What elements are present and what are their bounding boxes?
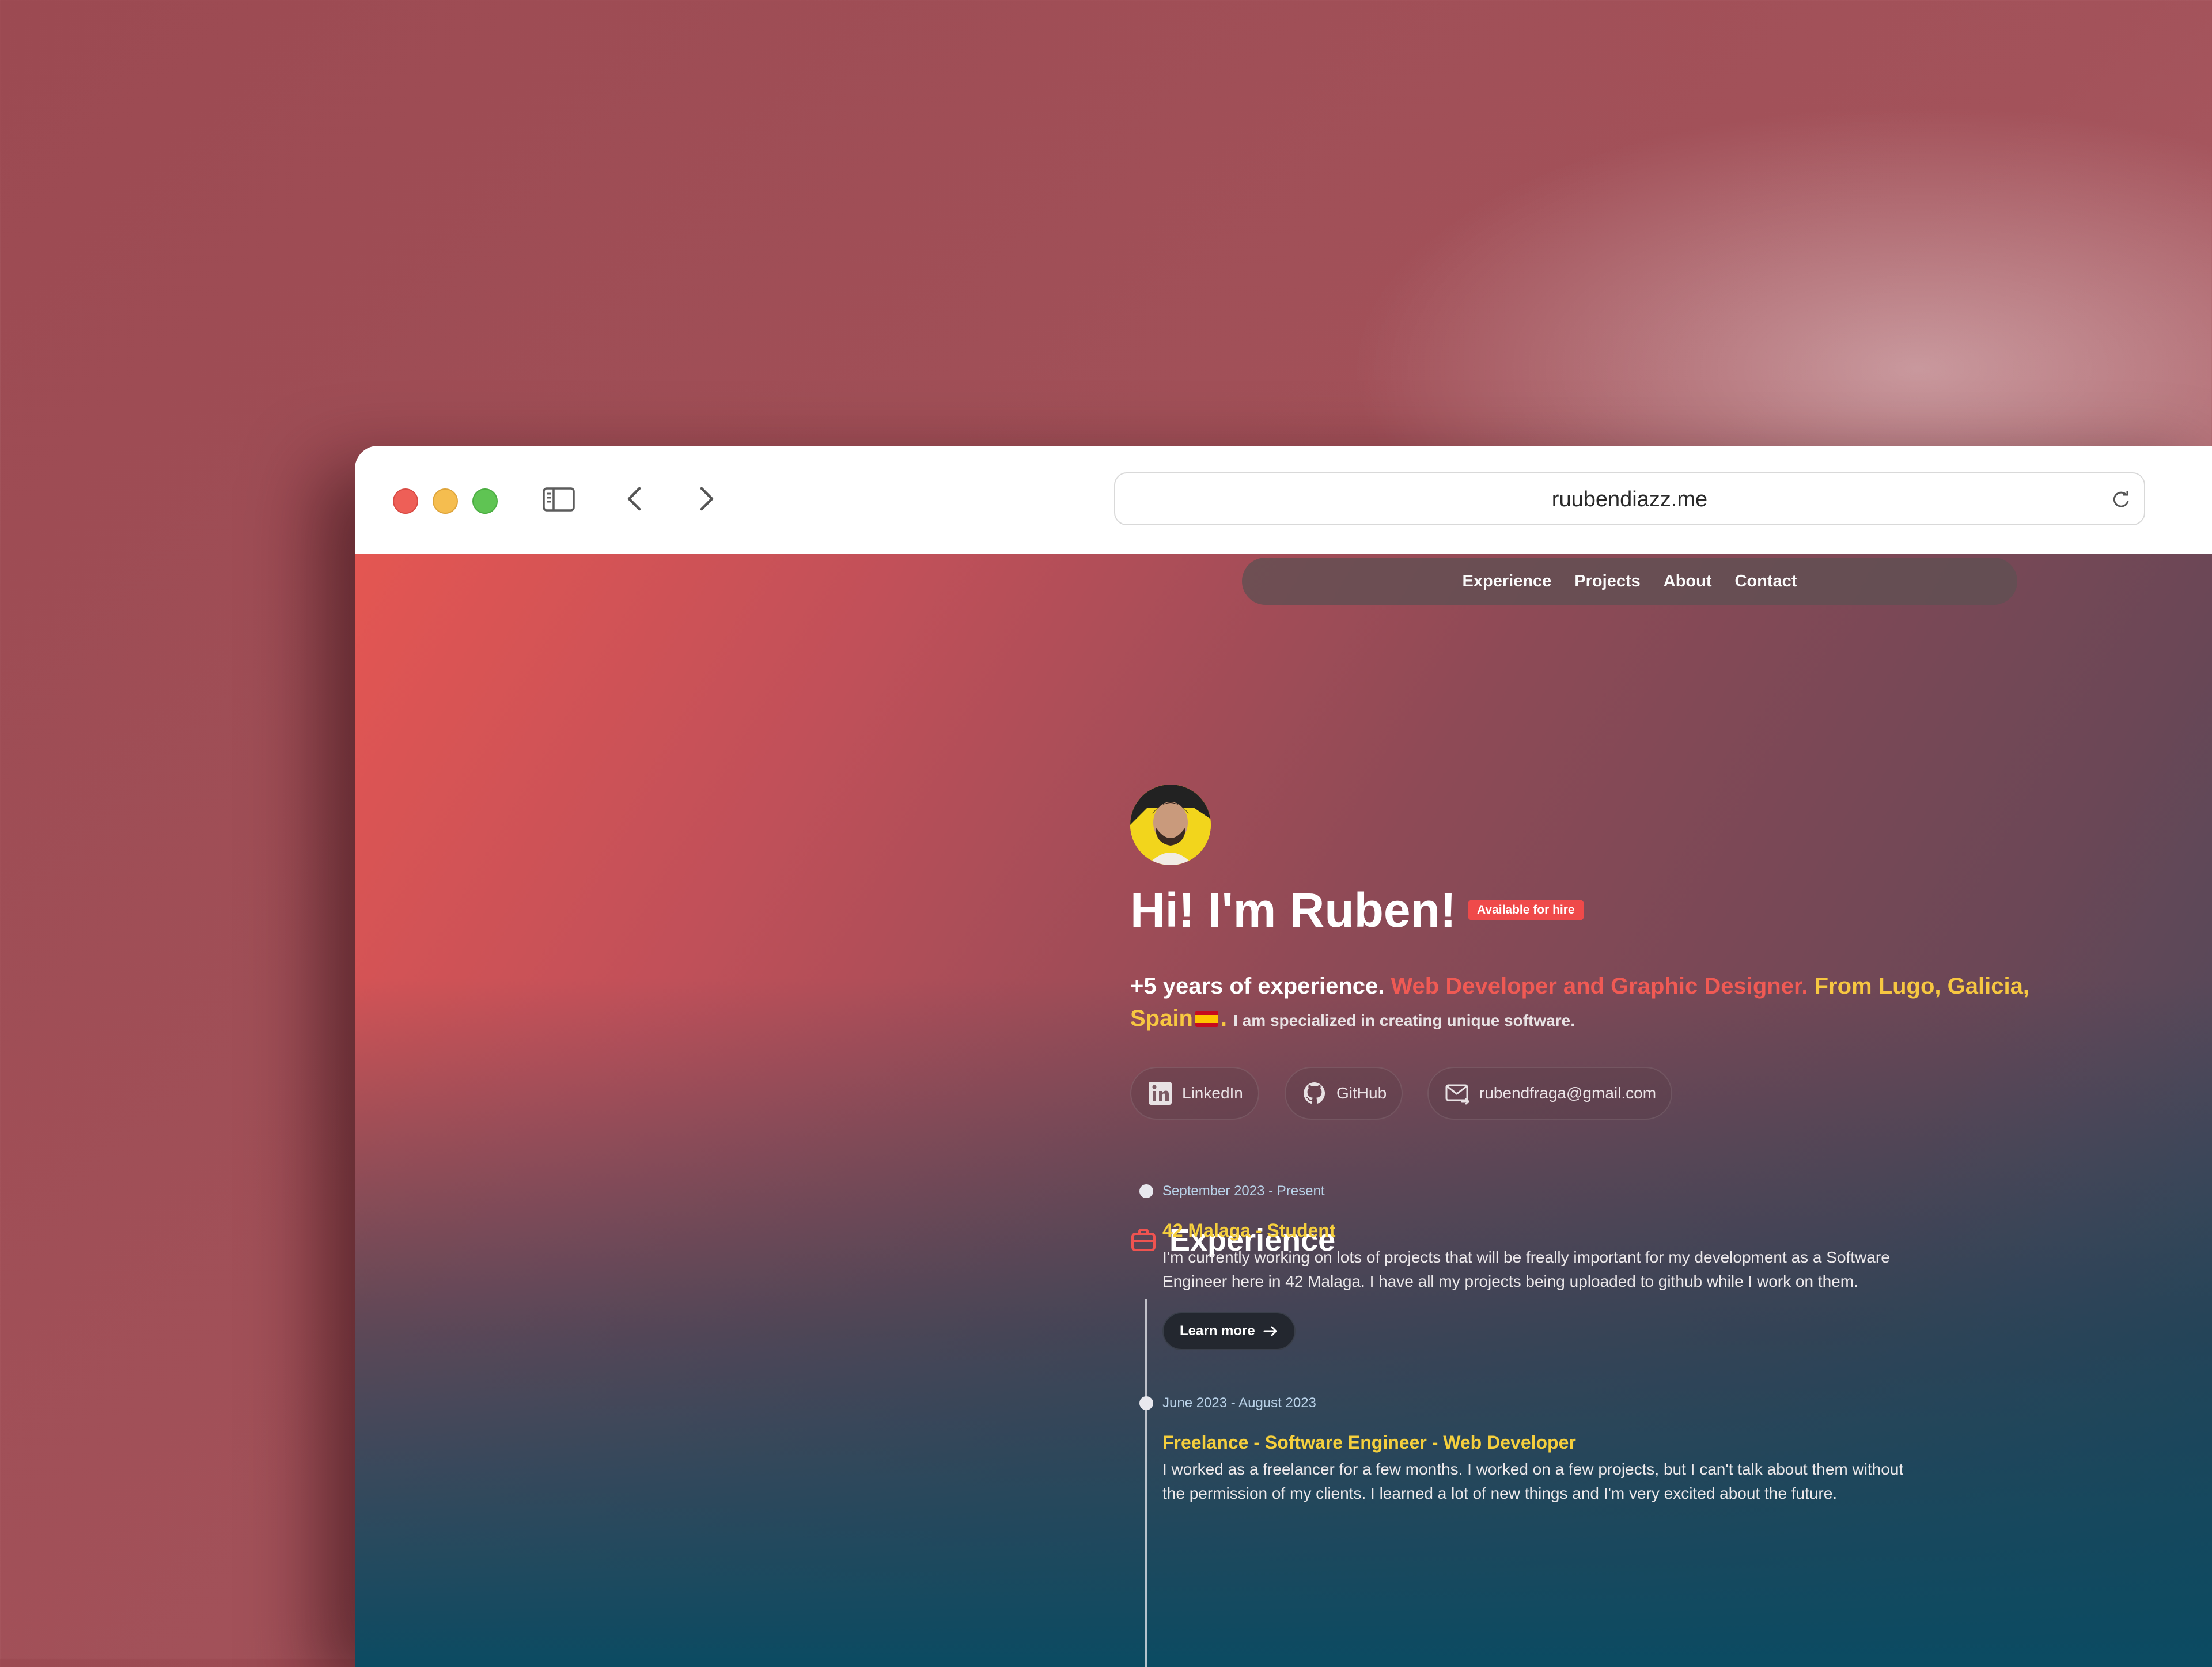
linkedin-label: LinkedIn — [1182, 1084, 1243, 1102]
intro-experience: +5 years of experience. — [1130, 973, 1385, 999]
available-badge: Available for hire — [1468, 900, 1584, 920]
experience-date: September 2023 - Present — [1162, 1183, 1325, 1199]
experience-date: June 2023 - August 2023 — [1162, 1395, 1316, 1411]
experience-role: Freelance - Software Engineer - Web Deve… — [1162, 1432, 1576, 1453]
top-nav: Experience Projects About Contact — [1242, 558, 2017, 605]
timeline-dot — [1139, 1184, 1153, 1198]
forward-arrow-icon[interactable] — [685, 478, 727, 520]
browser-window: ruubendiazz.me Experience Projects About… — [355, 446, 2212, 1667]
email-button[interactable]: rubendfraga@gmail.com — [1427, 1067, 1673, 1120]
learn-more-button[interactable]: Learn more — [1162, 1312, 1296, 1350]
reload-icon[interactable] — [2109, 488, 2133, 512]
timeline-line — [1145, 1299, 1147, 1667]
linkedin-icon — [1149, 1082, 1172, 1105]
briefcase-icon — [1131, 1229, 1156, 1251]
mail-icon — [1445, 1084, 1470, 1105]
learn-more-label: Learn more — [1180, 1323, 1255, 1339]
linkedin-button[interactable]: LinkedIn — [1130, 1067, 1259, 1120]
intro-location-1: From Lugo, — [1814, 973, 1941, 999]
back-arrow-icon[interactable] — [614, 478, 656, 520]
github-label: GitHub — [1336, 1084, 1387, 1102]
nav-contact[interactable]: Contact — [1735, 572, 1797, 591]
close-window-button[interactable] — [393, 488, 418, 514]
github-button[interactable]: GitHub — [1285, 1067, 1403, 1120]
intro-specialty: I am specialized in creating unique soft… — [1233, 1011, 1575, 1029]
avatar — [1130, 785, 1211, 865]
nav-about[interactable]: About — [1664, 572, 1712, 591]
maximize-window-button[interactable] — [472, 488, 498, 514]
page-content: Experience Projects About Contact Hi! I'… — [355, 554, 2212, 1667]
experience-role: 42 Malaga - Student — [1162, 1220, 1336, 1241]
nav-projects[interactable]: Projects — [1574, 572, 1640, 591]
intro-role: Web Developer and Graphic Designer. — [1391, 973, 1808, 999]
arrow-right-icon — [1263, 1326, 1277, 1336]
nav-experience[interactable]: Experience — [1463, 572, 1552, 591]
experience-description: I worked as a freelancer for a few month… — [1162, 1460, 1904, 1502]
sidebar-icon[interactable] — [538, 478, 579, 520]
address-bar[interactable]: ruubendiazz.me — [1114, 472, 2145, 525]
intro-location-end: . — [1220, 1006, 1228, 1031]
url-text: ruubendiazz.me — [1551, 487, 1708, 512]
github-icon — [1304, 1082, 1325, 1104]
timeline-dot — [1139, 1396, 1153, 1410]
minimize-window-button[interactable] — [433, 488, 458, 514]
hero-title: Hi! I'm Ruben! — [1130, 883, 1456, 937]
experience-description: I'm currently working on lots of project… — [1162, 1248, 1890, 1290]
browser-toolbar: ruubendiazz.me — [355, 446, 2212, 555]
intro-text: +5 years of experience. Web Developer an… — [1130, 970, 2040, 1037]
spain-flag-icon — [1195, 1011, 1218, 1027]
email-label: rubendfraga@gmail.com — [1479, 1084, 1657, 1102]
